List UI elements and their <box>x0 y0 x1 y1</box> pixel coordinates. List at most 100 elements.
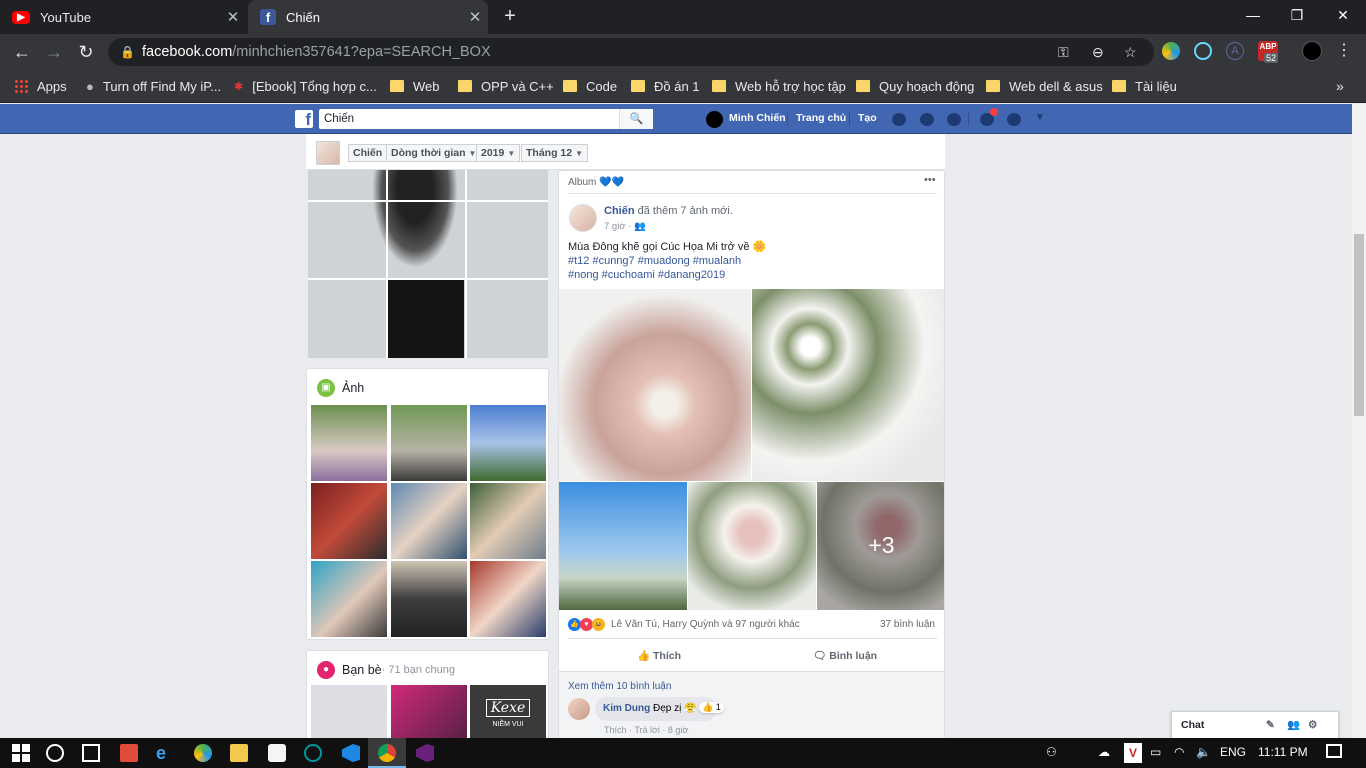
translate-icon[interactable]: A <box>1226 42 1244 60</box>
crumb-year[interactable]: 2019 ▼ <box>476 144 521 162</box>
volume-icon[interactable]: 🔈 <box>1196 745 1211 759</box>
arduino-icon[interactable] <box>304 744 322 762</box>
help-icon[interactable] <box>1007 113 1021 126</box>
new-tab-button[interactable]: + <box>498 5 522 29</box>
onedrive-icon[interactable]: ☁ <box>1098 745 1110 759</box>
comment-author[interactable]: Kim Dung <box>603 703 650 714</box>
clock[interactable]: 11:11 PM <box>1258 745 1308 759</box>
photo-thumb[interactable] <box>311 483 387 559</box>
comment-button[interactable]: 🗨 Bình luận <box>813 649 877 662</box>
bookmark-folder[interactable]: Web hỗ trợ học tập <box>712 76 846 96</box>
bookmark-apps[interactable]: Apps <box>14 76 67 96</box>
comment-likes[interactable]: 👍 1 <box>699 702 724 713</box>
photo-thumb[interactable] <box>311 405 387 481</box>
post-hashtags[interactable]: #t12 #cunng7 #muadong #mualanh <box>568 255 741 267</box>
comment-actions[interactable]: Thích · Trả lời · 8 giờ <box>604 725 688 735</box>
friend-requests-icon[interactable] <box>892 113 906 126</box>
bookmark-folder[interactable]: OPP và C++ <box>458 76 554 96</box>
crumb-name[interactable]: Chiến <box>348 144 388 162</box>
post-photo[interactable]: +3 <box>817 482 944 610</box>
more-bookmarks-icon[interactable]: » <box>1336 76 1344 96</box>
photos-title[interactable]: ▣ Ảnh <box>317 379 364 397</box>
crumb-month[interactable]: Tháng 12 ▼ <box>521 144 589 162</box>
comments-count[interactable]: 37 bình luận <box>880 619 935 630</box>
visual-studio-icon[interactable] <box>416 744 434 762</box>
commenter-avatar[interactable] <box>568 698 590 720</box>
bookmark-folder[interactable]: Web <box>390 76 440 96</box>
page-avatar[interactable] <box>316 141 340 165</box>
edge-icon[interactable]: e <box>156 744 174 762</box>
facebook-logo-icon[interactable]: f <box>295 110 313 129</box>
featured-photo-grid[interactable] <box>308 170 548 358</box>
app-icon[interactable] <box>120 744 138 762</box>
friends-title[interactable]: ● Bạn bè · 71 bạn chung <box>317 661 455 679</box>
menu-icon[interactable]: ⋮ <box>1336 40 1352 60</box>
tab-youtube[interactable]: ▶ YouTube ✕ <box>0 0 246 34</box>
photo-thumb[interactable] <box>470 405 546 481</box>
bookmark-folder[interactable]: Quy hoạch động <box>856 76 974 96</box>
maximize-button[interactable]: ❐ <box>1274 4 1320 28</box>
create-link[interactable]: Tạo <box>858 112 877 124</box>
post-photo[interactable] <box>688 482 816 610</box>
author-name[interactable]: Chiến <box>604 205 635 217</box>
home-link[interactable]: Trang chủ <box>796 112 846 124</box>
profile-avatar[interactable] <box>1302 41 1322 61</box>
minimize-button[interactable]: — <box>1230 4 1276 28</box>
messenger-icon[interactable] <box>920 113 934 126</box>
forward-button[interactable]: → <box>42 40 66 64</box>
post-photo[interactable] <box>559 289 751 481</box>
address-bar[interactable]: 🔒 facebook.com/minhchien357641?epa=SEARC… <box>108 38 1154 66</box>
zoom-icon[interactable]: ⊖ <box>1092 38 1104 66</box>
extension-icon[interactable] <box>1162 42 1180 60</box>
vivaldi-icon[interactable]: V <box>1124 743 1142 763</box>
tab-facebook[interactable]: f Chiến ✕ <box>248 0 488 34</box>
close-window-button[interactable]: ✕ <box>1320 4 1366 28</box>
bookmark-folder[interactable]: Code <box>563 76 617 96</box>
post-photo[interactable] <box>752 289 944 481</box>
bookmark-item[interactable]: ✱ [Ebook] Tổng hợp c... <box>234 76 377 96</box>
react-devtools-icon[interactable] <box>1194 42 1212 60</box>
task-view-icon[interactable] <box>82 744 100 762</box>
view-more-comments[interactable]: Xem thêm 10 bình luận <box>568 681 671 692</box>
author-avatar[interactable] <box>569 204 597 232</box>
windows-start-icon[interactable] <box>12 744 30 762</box>
close-tab-icon[interactable]: ✕ <box>462 8 488 26</box>
reaction-names[interactable]: Lê Văn Tú, Harry Quỳnh và 97 người khác <box>611 619 800 630</box>
notifications-icon[interactable] <box>947 113 961 126</box>
album-label[interactable]: Album 💙💙 <box>568 177 624 188</box>
language-indicator[interactable]: ENG <box>1220 745 1246 759</box>
more-photos-overlay[interactable]: +3 <box>817 482 944 610</box>
chrome-taskbar-button[interactable] <box>368 738 406 768</box>
page-scrollbar[interactable] <box>1352 104 1366 738</box>
user-avatar[interactable] <box>706 111 723 128</box>
bookmark-folder[interactable]: Đồ án 1 <box>631 76 700 96</box>
group-icon[interactable]: 👥 <box>1287 712 1300 738</box>
notes-app-icon[interactable] <box>268 744 286 762</box>
file-explorer-icon[interactable] <box>230 744 248 762</box>
chevron-down-icon[interactable]: ▼ <box>1035 112 1045 123</box>
action-center-icon[interactable] <box>1326 744 1342 758</box>
reaction-icons[interactable]: 👍 ♥ 😆 <box>568 618 605 631</box>
post-time[interactable]: 7 giờ · 👥 <box>604 221 646 232</box>
photo-thumb[interactable] <box>470 483 546 559</box>
photo-thumb[interactable] <box>470 561 546 637</box>
browser-app-icon[interactable] <box>194 744 212 762</box>
battery-icon[interactable]: ▭ <box>1150 745 1161 759</box>
post-photo[interactable] <box>559 482 687 610</box>
bookmark-folder[interactable]: Tài liệu <box>1112 76 1177 96</box>
bookmark-item[interactable]: ● Turn off Find My iP... <box>86 76 221 96</box>
photo-thumb[interactable] <box>391 405 467 481</box>
vscode-icon[interactable] <box>342 744 360 762</box>
profile-link[interactable]: Minh Chiến <box>729 112 786 124</box>
like-button[interactable]: 👍 Thích <box>637 649 681 662</box>
back-button[interactable]: ← <box>10 40 34 64</box>
settings-gear-icon[interactable]: ⚙ <box>1308 712 1317 738</box>
search-circle-icon[interactable] <box>46 744 64 762</box>
chat-bar[interactable]: Chat ✎ 👥 ⚙ <box>1171 711 1339 738</box>
post-hashtags[interactable]: #nong #cuchoami #danang2019 <box>568 269 725 281</box>
friend-photo[interactable]: Kexe NIỀM VUI <box>470 685 546 738</box>
scrollbar-thumb[interactable] <box>1354 234 1364 416</box>
wifi-icon[interactable]: ◠ <box>1174 745 1184 759</box>
more-options-icon[interactable]: ••• <box>924 174 936 186</box>
reload-button[interactable]: ↻ <box>74 40 98 64</box>
